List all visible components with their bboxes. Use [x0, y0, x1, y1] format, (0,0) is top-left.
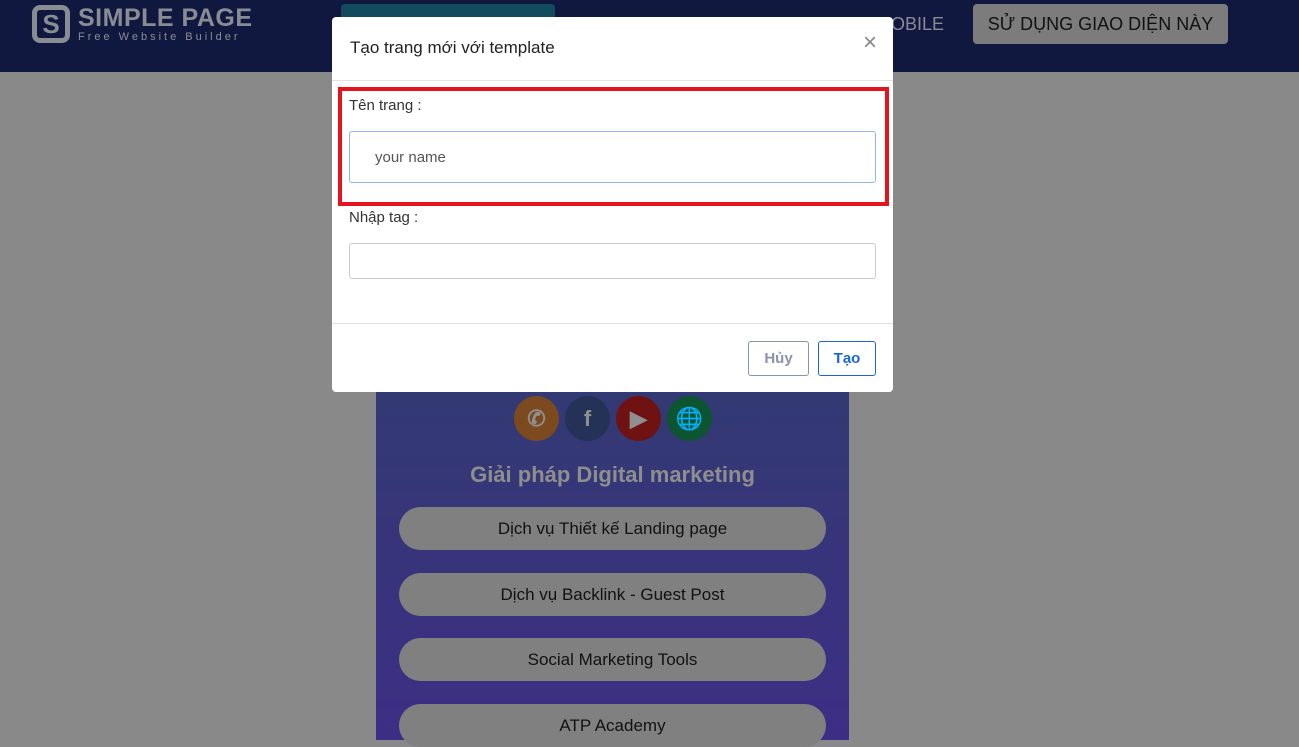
phone-icon[interactable]: ✆ [514, 396, 559, 441]
create-button[interactable]: Tạo [818, 341, 876, 376]
link-button[interactable]: Dịch vụ Backlink - Guest Post [399, 573, 826, 616]
modal-title: Tạo trang mới với template [350, 38, 555, 57]
logo[interactable]: S SIMPLE PAGE Free Website Builder [32, 5, 253, 43]
social-icons: ✆ f ▶ 🌐 [514, 396, 712, 441]
page-name-label: Tên trang : [349, 97, 422, 114]
tag-input[interactable] [349, 243, 876, 279]
close-icon[interactable]: × [863, 29, 877, 57]
page-name-input[interactable] [349, 131, 876, 183]
globe-icon[interactable]: 🌐 [667, 396, 712, 441]
tag-label: Nhập tag : [349, 209, 419, 226]
divider [332, 80, 893, 81]
use-template-button[interactable]: SỬ DỤNG GIAO DIỆN NÀY [973, 4, 1228, 44]
link-button[interactable]: Social Marketing Tools [399, 638, 826, 681]
logo-icon: S [32, 5, 70, 43]
divider [332, 323, 893, 324]
create-page-modal: Tạo trang mới với template × Tên trang :… [332, 17, 893, 392]
template-preview: ✆ f ▶ 🌐 Giải pháp Digital marketing Dịch… [376, 380, 849, 747]
link-button[interactable]: ATP Academy [399, 704, 826, 747]
preview-title: Giải pháp Digital marketing [470, 462, 755, 487]
facebook-icon[interactable]: f [565, 396, 610, 441]
logo-name: SIMPLE PAGE [78, 4, 253, 32]
logo-tagline: Free Website Builder [78, 31, 241, 43]
cancel-button[interactable]: Hủy [748, 341, 809, 376]
youtube-icon[interactable]: ▶ [616, 396, 661, 441]
link-button[interactable]: Dịch vụ Thiết kế Landing page [399, 507, 826, 550]
